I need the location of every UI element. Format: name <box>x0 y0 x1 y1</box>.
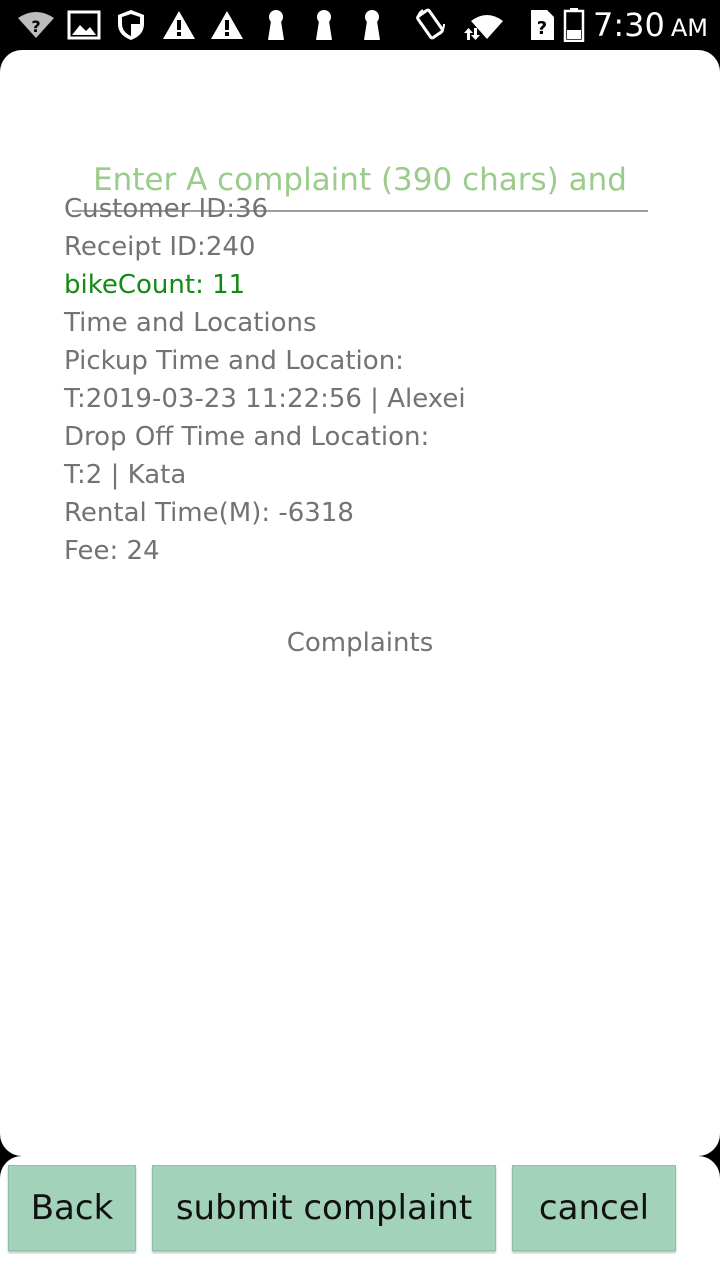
receipt-id: Receipt ID:240 <box>64 232 256 262</box>
time-value: 7:30 <box>593 6 665 44</box>
image-icon <box>66 8 102 42</box>
svg-text:?: ? <box>31 17 40 36</box>
time-and-locations-heading: Time and Locations <box>64 308 317 338</box>
battery-icon <box>562 8 586 42</box>
dropoff-label: Drop Off Time and Location: <box>64 422 430 452</box>
status-bar: ? ? 7:30 AM <box>0 0 720 50</box>
wifi-question-icon: ? <box>16 8 56 42</box>
bike-count: bikeCount: 11 <box>64 270 246 300</box>
rotate-icon <box>412 8 450 42</box>
fee: Fee: 24 <box>64 536 160 566</box>
complaints-heading: Complaints <box>286 628 434 658</box>
svg-text:?: ? <box>537 18 547 39</box>
cancel-button[interactable]: cancel <box>512 1165 676 1251</box>
status-time: 7:30 AM <box>593 4 708 46</box>
keyhole-icon <box>358 8 386 42</box>
keyhole-icon <box>262 8 290 42</box>
dropoff-value: T:2 | Kata <box>64 460 187 490</box>
submit-complaint-button[interactable]: submit complaint <box>152 1165 496 1251</box>
time-ampm: AM <box>670 14 708 42</box>
pickup-label: Pickup Time and Location: <box>64 346 404 376</box>
keyhole-icon <box>310 8 338 42</box>
sim-question-icon: ? <box>528 8 556 42</box>
rental-time: Rental Time(M): -6318 <box>64 498 354 528</box>
main-card: Customer ID:36 Receipt ID:240 bikeCount:… <box>0 50 720 1156</box>
wifi-icon <box>462 8 510 42</box>
pickup-value: T:2019-03-23 11:22:56 | Alexei <box>64 384 466 414</box>
customer-id: Customer ID:36 <box>64 194 269 224</box>
back-button[interactable]: Back <box>8 1165 136 1251</box>
shield-icon <box>114 8 148 42</box>
warning-icon <box>162 8 196 42</box>
warning-icon <box>210 8 244 42</box>
rental-info: Customer ID:36 Receipt ID:240 bikeCount:… <box>64 190 466 570</box>
